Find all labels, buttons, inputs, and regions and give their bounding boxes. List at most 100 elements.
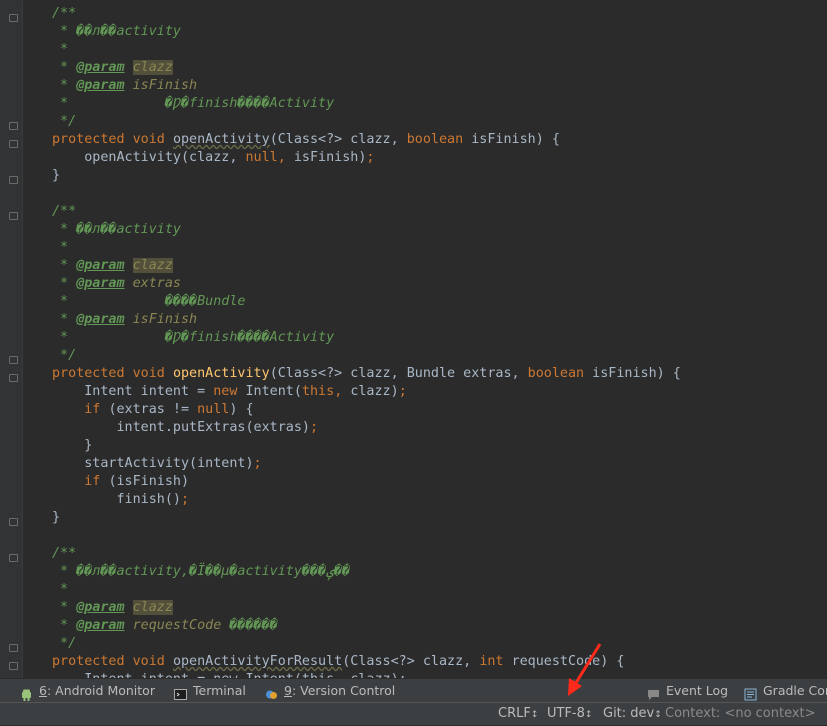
code-line[interactable]: * — [52, 581, 681, 599]
code-line[interactable]: * @param clazz — [52, 59, 681, 77]
code-line[interactable]: /** — [52, 545, 681, 563]
code-token: protected void — [52, 132, 173, 147]
fold-marker-icon[interactable] — [9, 140, 18, 148]
code-token: clazz — [132, 258, 173, 273]
code-token: clazz — [132, 60, 173, 75]
code-line[interactable]: } — [52, 167, 681, 185]
fold-marker-icon[interactable] — [9, 554, 18, 562]
tool-window-event-log[interactable]: Event Log — [647, 679, 728, 703]
context-widget[interactable]: Context: <no context> — [665, 703, 816, 725]
code-line[interactable]: /** — [52, 203, 681, 221]
android-icon — [20, 685, 33, 701]
code-token: (Class<?> clazz, — [342, 654, 480, 669]
code-line[interactable]: } — [52, 509, 681, 527]
fold-marker-icon[interactable] — [9, 356, 18, 364]
git-branch-widget[interactable]: Git: dev↕ — [603, 703, 662, 725]
code-token: intent.putExtras(extras) — [52, 420, 310, 435]
code-token: } — [52, 510, 61, 525]
fold-marker-icon[interactable] — [9, 518, 18, 526]
tool-window-terminal[interactable]: Terminal — [174, 679, 246, 703]
code-line[interactable]: */ — [52, 113, 681, 131]
code-token: * — [52, 42, 69, 57]
code-line[interactable]: */ — [52, 347, 681, 365]
code-area[interactable]: /** * ��л��activity * * @param clazz * @… — [52, 5, 681, 678]
code-token: startActivity(intent) — [52, 456, 254, 471]
code-token: * — [52, 78, 77, 93]
code-line[interactable]: * @param extras — [52, 275, 681, 293]
code-line[interactable]: * @param isFinish — [52, 311, 681, 329]
code-token: boolean — [406, 132, 472, 147]
code-token: boolean — [527, 366, 593, 381]
code-line[interactable]: * ��л��activity,�Ϊ��µ�activity���ݷ�� — [52, 563, 681, 581]
code-token: (isFinish) — [108, 474, 190, 489]
annotation-arrow-icon — [568, 643, 602, 696]
code-line[interactable]: * @param clazz — [52, 599, 681, 617]
fold-marker-icon[interactable] — [9, 644, 18, 652]
code-line[interactable]: * @param clazz — [52, 257, 681, 275]
code-line[interactable]: intent.putExtras(extras); — [52, 419, 681, 437]
code-line[interactable]: Intent intent = new Intent(this, clazz); — [52, 383, 681, 401]
tool-window-gradle-console[interactable]: Gradle Con — [744, 679, 827, 703]
code-token: clazz — [132, 600, 173, 615]
code-editor[interactable]: /** * ��л��activity * * @param clazz * @… — [0, 0, 827, 678]
code-token: * — [52, 618, 77, 633]
encoding-widget[interactable]: UTF-8↕ — [547, 703, 592, 725]
code-token: ������ — [221, 618, 278, 633]
version-control-icon — [265, 685, 278, 699]
fold-marker-icon[interactable] — [9, 122, 18, 130]
code-line[interactable]: startActivity(intent); — [52, 455, 681, 473]
git-branch-value: Git: dev — [603, 706, 655, 721]
code-line[interactable]: * — [52, 41, 681, 59]
fold-marker-icon[interactable] — [9, 662, 18, 670]
code-line[interactable]: * ����Bundle — [52, 293, 681, 311]
fold-marker-icon[interactable] — [9, 176, 18, 184]
code-line[interactable]: protected void openActivity(Class<?> cla… — [52, 365, 681, 383]
tool-window-number: 9 — [284, 683, 292, 698]
code-line[interactable]: openActivity(clazz, null, isFinish); — [52, 149, 681, 167]
editor-gutter — [0, 0, 23, 678]
code-line[interactable]: * �Ƿ�finish����Activity — [52, 329, 681, 347]
code-line[interactable]: * — [52, 239, 681, 257]
code-token: openActivity — [172, 132, 270, 147]
code-line[interactable]: finish(); — [52, 491, 681, 509]
code-line[interactable] — [52, 527, 681, 545]
code-line[interactable]: protected void openActivity(Class<?> cla… — [52, 131, 681, 149]
code-line[interactable]: if (extras != null) { — [52, 401, 681, 419]
code-token: @param — [76, 60, 125, 75]
code-line[interactable]: if (isFinish) — [52, 473, 681, 491]
code-line[interactable]: /** — [52, 5, 681, 23]
code-token: * ��л��activity — [52, 222, 181, 237]
fold-marker-icon[interactable] — [9, 212, 18, 220]
line-separator-widget[interactable]: CRLF↕ — [498, 703, 538, 725]
code-line[interactable]: * ��л��activity — [52, 221, 681, 239]
code-token: if — [84, 474, 109, 489]
tool-window-version-control[interactable]: 9: Version Control — [265, 679, 395, 703]
code-token: @param — [76, 258, 125, 273]
fold-marker-icon[interactable] — [9, 14, 18, 22]
code-line[interactable]: } — [52, 437, 681, 455]
code-token: @param — [76, 312, 125, 327]
tool-window-android-monitor[interactable]: 6: Android Monitor — [20, 679, 155, 703]
code-token: null — [245, 150, 278, 165]
code-token: (Class<?> clazz, Bundle extras, — [269, 366, 528, 381]
fold-marker-icon[interactable] — [9, 374, 18, 382]
code-token: ; — [309, 420, 319, 435]
code-token: * — [52, 600, 77, 615]
code-token: * — [52, 312, 77, 327]
code-token: (Class<?> clazz, — [269, 132, 407, 147]
code-token: requestCode — [132, 618, 222, 633]
code-token: @param — [76, 276, 125, 291]
dropdown-arrows-icon: ↕ — [530, 710, 539, 720]
code-line[interactable]: * @param requestCode ������ — [52, 617, 681, 635]
code-line[interactable]: * �Ƿ�finish����Activity — [52, 95, 681, 113]
code-line[interactable]: * ��л��activity — [52, 23, 681, 41]
tool-window-label: Terminal — [193, 683, 246, 698]
code-token: * ��л��activity — [52, 24, 181, 39]
code-line[interactable] — [52, 185, 681, 203]
code-line[interactable]: * @param isFinish — [52, 77, 681, 95]
code-token: isFinish) { — [471, 132, 560, 147]
